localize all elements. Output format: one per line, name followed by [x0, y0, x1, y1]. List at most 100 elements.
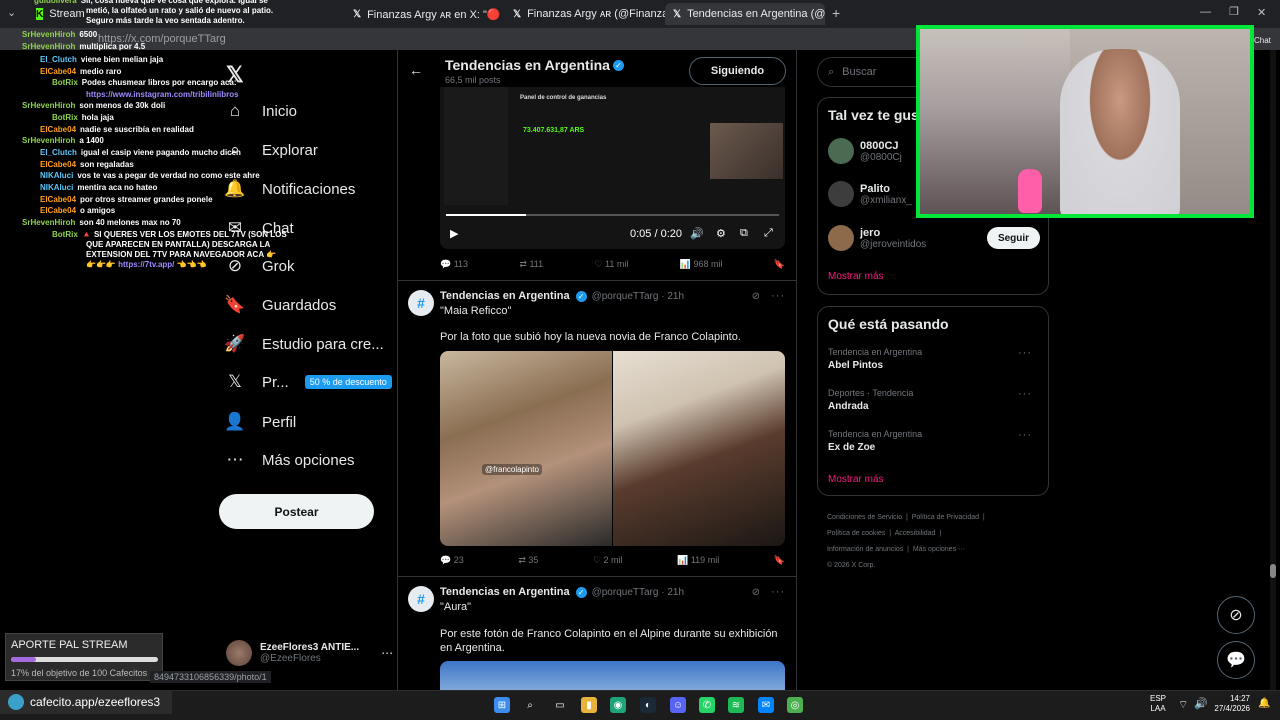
video-player[interactable]: Panel de control de ganancias 73.407.631… [440, 87, 785, 249]
trend-category: Tendencia en Argentina [828, 429, 923, 439]
pip-icon[interactable]: ⧉ [740, 227, 748, 240]
sidebar-item-guardados[interactable]: 🔖 Guardados [224, 290, 336, 320]
post-handle[interactable]: @porqueTTarg · 21h [592, 587, 684, 598]
more-icon[interactable]: ··· [1018, 429, 1032, 441]
sidebar-item-pr[interactable]: 𝕏 Pr... 50 % de descuento [224, 367, 392, 397]
more-icon[interactable]: ··· [771, 586, 785, 598]
sidebar-item-estudio-para-cre[interactable]: 🚀 Estudio para cre... [224, 329, 383, 359]
rocket-icon: 🚀 [224, 334, 246, 353]
sidebar-item-label: Perfil [262, 413, 297, 431]
chat-toggle-label[interactable]: Chat [1254, 36, 1271, 45]
maximize-icon[interactable]: ❐ [1229, 5, 1239, 18]
more-icon[interactable]: ··· [1018, 388, 1032, 400]
edge-icon[interactable]: ◉ [610, 697, 626, 713]
scrollbar-track[interactable] [1270, 50, 1276, 690]
avatar [828, 138, 854, 164]
back-arrow-icon[interactable]: ← [409, 62, 423, 78]
search-input[interactable]: Buscar [842, 66, 876, 78]
post-button[interactable]: Postear [219, 494, 374, 529]
bookmark-icon[interactable]: 🔖 [774, 555, 785, 566]
chat-text: o amigos [80, 206, 116, 215]
discord-icon[interactable]: ☺ [670, 697, 686, 713]
close-window-icon[interactable]: ✕ [1257, 6, 1266, 19]
footer-link[interactable]: Accesibilidad [895, 530, 936, 537]
spotify-icon[interactable]: ≋ [728, 697, 744, 713]
notification-bell-icon[interactable]: 🔔 [1258, 698, 1270, 709]
post-photo-right[interactable] [613, 351, 785, 546]
trend-name: Abel Pintos [828, 360, 884, 371]
taskbar-clock[interactable]: 14:27 27/4/2026 [1212, 694, 1250, 714]
like-button[interactable]: ♡ 2 mil [593, 555, 623, 566]
post-text: Por la foto que subió hoy la nueva novia… [440, 331, 741, 343]
more-icon[interactable]: ··· [771, 290, 785, 302]
more-icon[interactable]: ⋯ [381, 646, 393, 660]
chrome-icon[interactable]: ◎ [787, 697, 803, 713]
grok-icon[interactable]: ⊘ [752, 587, 760, 598]
volume-icon[interactable]: 🔊 [1194, 697, 1208, 710]
post-actions: 💬 23 ⇄ 35 ♡ 2 mil 📊 119 mil 🔖 [440, 555, 785, 566]
browser-tab-tendencias[interactable]: 𝕏 Tendencias en Argentina (@porqu ✕ [665, 3, 825, 25]
post-photo[interactable] [440, 661, 785, 690]
browser-tab-finanzas-profile[interactable]: 𝕏 Finanzas Argy ᴀʀ (@FinanzasArgy) ✕ [505, 3, 665, 25]
task-view-icon[interactable]: ▭ [552, 697, 568, 713]
messages-fab-icon[interactable]: 💬 [1217, 641, 1255, 679]
suggested-account[interactable]: 0800CJ @0800Cj [828, 138, 902, 164]
trend-item[interactable]: Tendencia en Argentina Abel Pintos ··· [828, 347, 1040, 371]
follow-button[interactable]: Seguir [987, 227, 1040, 249]
repost-button[interactable]: ⇄ 111 [519, 259, 543, 270]
grok-fab-icon[interactable]: ⊘ [1217, 596, 1255, 634]
show-more-link[interactable]: Mostrar más [828, 474, 884, 485]
file-explorer-icon[interactable]: ▮ [581, 697, 597, 713]
whatsapp-icon[interactable]: ✆ [699, 697, 715, 713]
windows-start-icon[interactable]: ⊞ [494, 697, 510, 713]
post-avatar[interactable]: # [408, 586, 434, 612]
views-button[interactable]: 📊 968 mil [680, 259, 723, 270]
account-switcher[interactable]: EzeeFlores3 ANTIE... @EzeeFlores ⋯ [226, 640, 393, 666]
premium-discount-badge[interactable]: 50 % de descuento [304, 375, 392, 389]
suggested-account[interactable]: Palito @xmilianx_ [828, 181, 912, 207]
reply-button[interactable]: 💬 23 [440, 555, 464, 566]
bookmark-icon[interactable]: 🔖 [774, 259, 785, 270]
new-tab-icon[interactable]: + [832, 5, 840, 21]
like-button[interactable]: ♡ 11 mil [594, 259, 628, 270]
suggested-account[interactable]: jero @jeroveintidos [828, 225, 926, 251]
wifi-icon[interactable]: ⌔ [1178, 698, 1188, 712]
footer-link[interactable]: Política de Privacidad [912, 514, 979, 521]
footer-link[interactable]: Información de anuncios [827, 546, 903, 553]
following-button[interactable]: Siguiendo [689, 57, 786, 85]
post-author[interactable]: Tendencias en Argentina [440, 290, 570, 302]
reply-button[interactable]: 💬 113 [440, 259, 468, 270]
play-icon[interactable]: ▶ [450, 227, 458, 240]
footer-link[interactable]: Política de cookies [827, 530, 885, 537]
post-photo-left[interactable] [440, 351, 612, 546]
post-author[interactable]: Tendencias en Argentina [440, 586, 570, 598]
grok-icon[interactable]: ⊘ [752, 291, 760, 302]
language-indicator[interactable]: ESP LAA [1150, 694, 1166, 714]
settings-gear-icon[interactable]: ⚙ [716, 227, 726, 240]
footer-link[interactable]: Condiciones de Servicio [827, 514, 902, 521]
show-more-link[interactable]: Mostrar más [828, 271, 884, 282]
steam-icon[interactable]: ◐ [640, 697, 656, 713]
footer-link[interactable]: Más opciones ··· [913, 546, 965, 553]
volume-icon[interactable]: 🔊 [690, 227, 704, 240]
sidebar-item-perfil[interactable]: 👤 Perfil [224, 407, 296, 437]
post-handle[interactable]: @porqueTTarg · 21h [592, 291, 684, 302]
sidebar-item-más-opciones[interactable]: ⋯ Más opciones [224, 445, 355, 475]
repost-count: 111 [529, 259, 544, 269]
trend-item[interactable]: Tendencia en Argentina Ex de Zoe ··· [828, 429, 1040, 453]
more-icon[interactable]: ··· [1018, 347, 1032, 359]
browser-tab-finanzas-post[interactable]: 𝕏 Finanzas Argy ᴀʀ en X: "🔴 La... ✕ [345, 3, 501, 25]
search-icon[interactable]: ⌕ [522, 697, 538, 713]
views-button[interactable]: 📊 119 mil [677, 555, 719, 566]
chat-username: BotRix [52, 78, 78, 87]
photo-tag[interactable]: @francolapinto [482, 464, 542, 475]
repost-button[interactable]: ⇄ 35 [518, 555, 538, 566]
messenger-icon[interactable]: ✉ [758, 697, 774, 713]
scrollbar-thumb[interactable] [1270, 564, 1276, 578]
chat-message: NIKAluci vos te vas a pegar de verdad no … [10, 171, 260, 181]
minimize-icon[interactable]: — [1200, 6, 1211, 18]
fullscreen-icon[interactable]: ⤢ [764, 227, 773, 240]
view-count: 119 mil [690, 555, 720, 565]
post-avatar[interactable]: # [408, 290, 434, 316]
trend-item[interactable]: Deportes · Tendencia Andrada ··· [828, 388, 1040, 412]
